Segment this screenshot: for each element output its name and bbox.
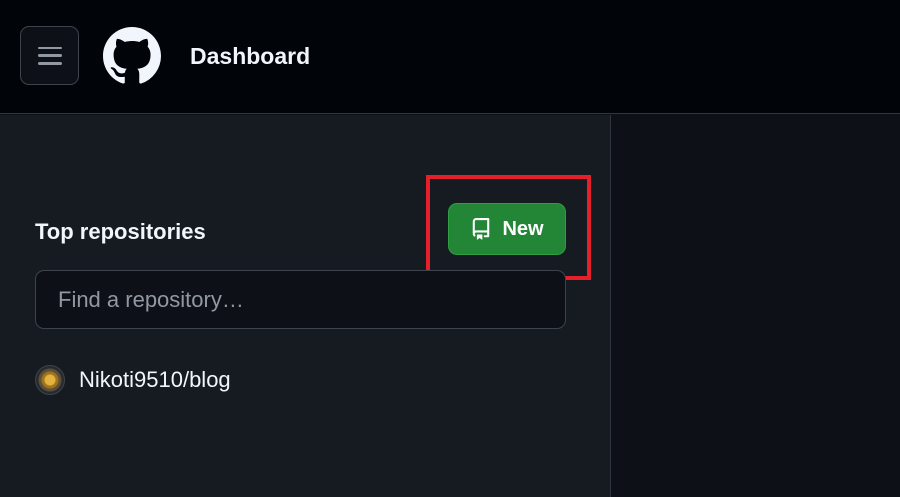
github-mark-icon[interactable] [103,27,161,85]
repository-link[interactable]: Nikoti9510/blog [79,367,231,393]
sidebar: Top repositories New Nikoti9510/blog [0,115,611,497]
app-header: Dashboard [0,0,900,114]
find-repository-input[interactable] [35,270,566,329]
menu-button[interactable] [20,26,79,85]
repo-icon [473,218,490,240]
new-repository-button[interactable]: New [448,203,566,255]
avatar [35,365,65,395]
main-content [612,115,900,497]
repository-list-item[interactable]: Nikoti9510/blog [35,365,231,395]
top-repositories-heading: Top repositories [35,219,206,244]
page-title[interactable]: Dashboard [190,40,310,72]
hamburger-menu-icon [37,46,62,65]
new-button-label: New [502,217,544,240]
